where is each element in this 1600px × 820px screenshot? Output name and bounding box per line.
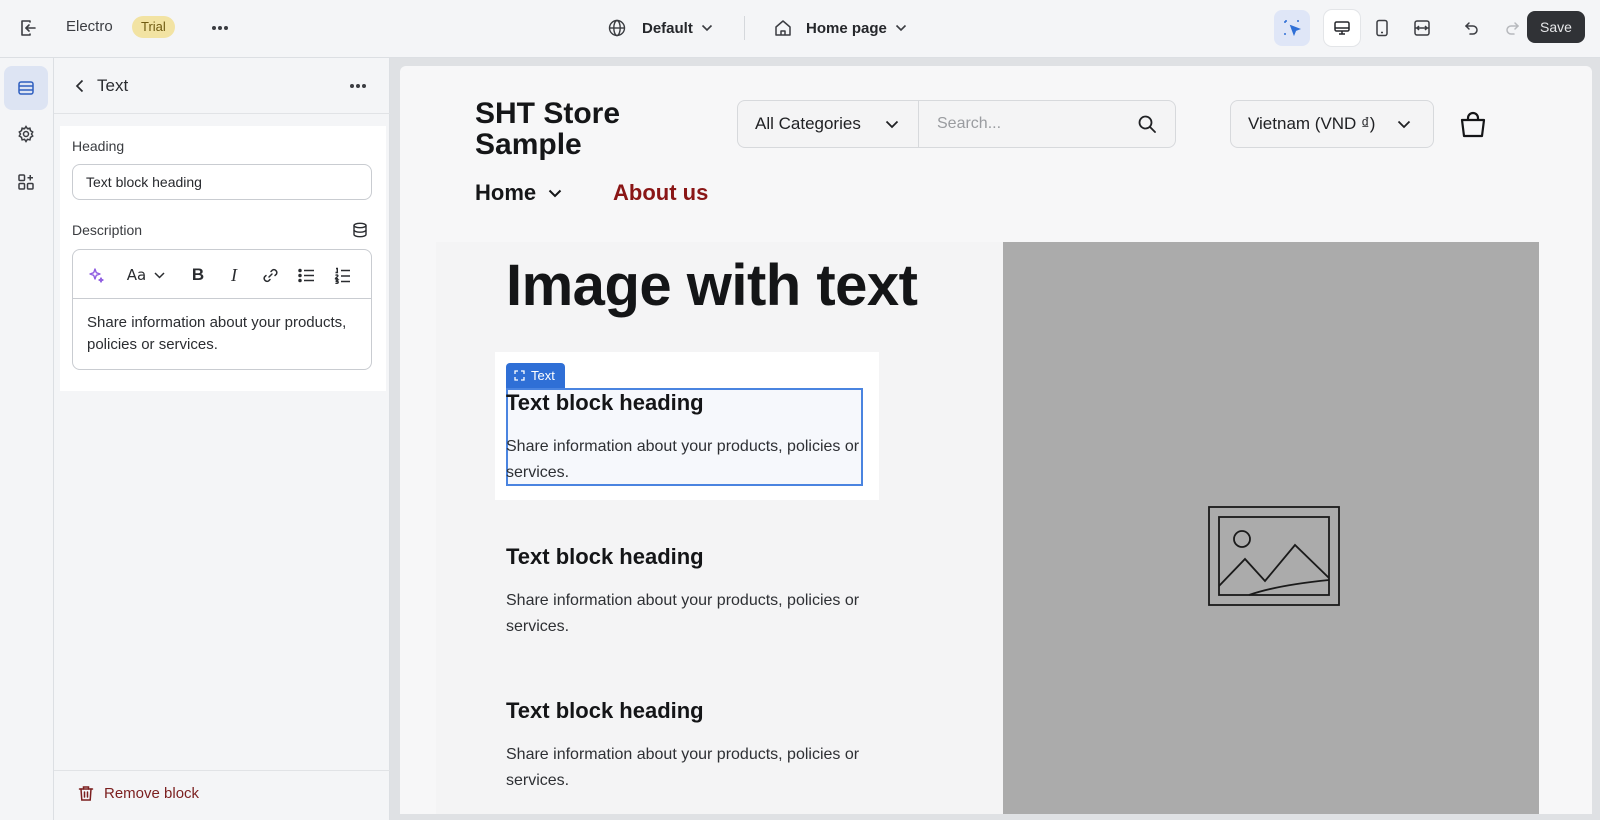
search-placeholder: Search... bbox=[937, 115, 1002, 132]
bullet-list-icon[interactable] bbox=[293, 262, 319, 288]
sections-icon[interactable] bbox=[4, 66, 48, 110]
search-icon[interactable] bbox=[1137, 114, 1157, 134]
selection-tag[interactable]: Text bbox=[506, 363, 565, 388]
back-icon[interactable] bbox=[66, 72, 94, 100]
mobile-icon[interactable] bbox=[1364, 10, 1400, 46]
trash-icon bbox=[78, 786, 94, 801]
nav-home[interactable]: Home bbox=[475, 180, 562, 206]
app-name: Electro bbox=[66, 18, 113, 35]
editor-toolbar: Aa B I bbox=[73, 250, 371, 299]
cart-icon[interactable] bbox=[1458, 110, 1488, 140]
page-selector[interactable]: Home page bbox=[774, 14, 907, 42]
apps-icon[interactable] bbox=[4, 160, 48, 204]
remove-block-button[interactable]: Remove block bbox=[78, 785, 199, 802]
store-preview: SHT Store Sample All Categories Search..… bbox=[400, 66, 1592, 814]
save-button[interactable]: Save bbox=[1527, 11, 1585, 43]
text-style-icon[interactable]: Aa bbox=[121, 262, 171, 288]
description-text[interactable]: Share information about your products, p… bbox=[87, 312, 357, 356]
globe-icon bbox=[608, 19, 626, 37]
currency-select[interactable]: Vietnam (VND ₫) bbox=[1230, 100, 1434, 148]
panel-header: Text bbox=[54, 58, 390, 114]
block-settings-panel: Text Heading Description Aa B bbox=[54, 58, 390, 820]
selection-tag-label: Text bbox=[531, 368, 555, 383]
theme-selector[interactable]: Default bbox=[608, 14, 713, 42]
numbered-list-icon[interactable] bbox=[329, 262, 355, 288]
text-block-heading[interactable]: Text block heading bbox=[506, 698, 704, 724]
image-placeholder-icon bbox=[1208, 506, 1340, 606]
redo-icon[interactable] bbox=[1494, 10, 1530, 46]
desktop-icon[interactable] bbox=[1324, 10, 1360, 46]
text-block-heading[interactable]: Text block heading bbox=[506, 544, 704, 570]
select-frame-icon bbox=[514, 370, 525, 381]
settings-icon[interactable] bbox=[4, 112, 48, 156]
undo-icon[interactable] bbox=[1454, 10, 1490, 46]
chevron-down-icon bbox=[885, 120, 899, 128]
store-logo-text[interactable]: SHT Store Sample bbox=[475, 98, 675, 160]
chevron-down-icon bbox=[895, 24, 906, 32]
nav-about[interactable]: About us bbox=[613, 180, 708, 206]
chevron-down-icon bbox=[548, 189, 562, 197]
nav-home-label: Home bbox=[475, 180, 537, 205]
section-title[interactable]: Image with text bbox=[506, 252, 918, 319]
heading-label: Heading bbox=[72, 138, 125, 154]
ai-sparkle-icon[interactable] bbox=[83, 262, 109, 288]
database-icon[interactable] bbox=[350, 220, 370, 240]
text-block-heading[interactable]: Text block heading bbox=[506, 390, 704, 416]
search-bar[interactable]: Search... bbox=[918, 100, 1176, 148]
description-editor: Aa B I Share information about your prod… bbox=[72, 249, 372, 370]
chevron-down-icon bbox=[1397, 120, 1411, 128]
text-block-description[interactable]: Share information about your products, p… bbox=[506, 588, 861, 640]
text-block-description[interactable]: Share information about your products, p… bbox=[506, 434, 861, 486]
category-select-value: All Categories bbox=[755, 114, 861, 133]
preview-canvas: SHT Store Sample All Categories Search..… bbox=[390, 58, 1600, 820]
settings-card: Heading Description Aa B I bbox=[60, 126, 386, 391]
left-rail bbox=[0, 58, 54, 820]
chevron-down-icon bbox=[701, 24, 712, 32]
category-select[interactable]: All Categories bbox=[737, 100, 919, 148]
heading-field[interactable] bbox=[72, 164, 372, 200]
exit-icon[interactable] bbox=[14, 14, 42, 42]
italic-icon[interactable]: I bbox=[221, 262, 247, 288]
page-label: Home page bbox=[806, 19, 887, 37]
panel-footer: Remove block bbox=[54, 770, 390, 820]
panel-title: Text bbox=[97, 76, 129, 95]
theme-label: Default bbox=[642, 19, 693, 37]
more-options-icon[interactable] bbox=[344, 72, 372, 100]
more-options-icon[interactable] bbox=[206, 14, 234, 42]
description-label: Description bbox=[72, 222, 143, 238]
top-bar: Electro Trial Default Home page Save bbox=[0, 0, 1600, 58]
text-block-description[interactable]: Share information about your products, p… bbox=[506, 742, 861, 794]
link-icon[interactable] bbox=[257, 262, 283, 288]
fullwidth-icon[interactable] bbox=[1404, 10, 1440, 46]
remove-block-label: Remove block bbox=[104, 785, 200, 802]
select-cursor-icon[interactable] bbox=[1274, 10, 1310, 46]
home-icon bbox=[775, 20, 791, 36]
currency-value: Vietnam (VND ₫) bbox=[1248, 114, 1376, 133]
view-tools bbox=[1274, 10, 1530, 46]
bold-icon[interactable]: B bbox=[185, 262, 211, 288]
divider bbox=[744, 16, 745, 40]
trial-badge: Trial bbox=[132, 16, 175, 38]
